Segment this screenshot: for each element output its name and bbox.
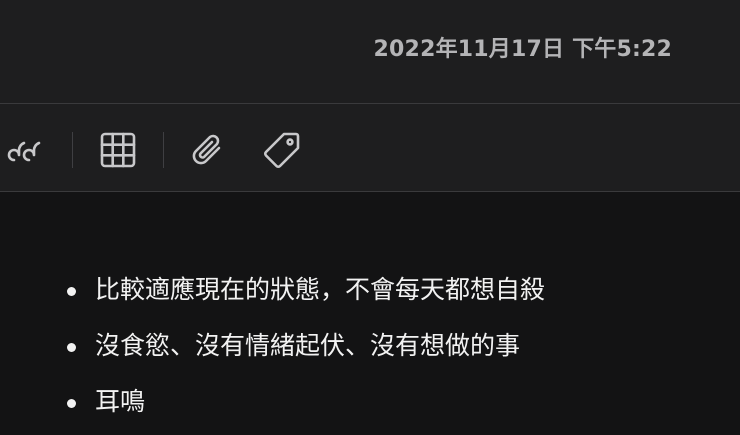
list-item-text: 沒食慾、沒有情緒起伏、沒有想做的事 [95,331,521,360]
note-body[interactable]: 比較適應現在的狀態，不會每天都想自殺 沒食慾、沒有情緒起伏、沒有想做的事 耳鳴 [0,192,740,435]
list-item[interactable]: 耳鳴 [64,388,545,435]
note-timestamp: 2022年11月17日 下午5:22 [373,37,672,62]
toolbar-divider [72,132,73,168]
attachment-button[interactable] [188,130,228,170]
quote-button[interactable] [6,130,46,170]
tag-icon [262,130,302,170]
bullet-list: 比較適應現在的狀態，不會每天都想自殺 沒食慾、沒有情緒起伏、沒有想做的事 耳鳴 [64,276,545,435]
table-button[interactable] [98,130,138,170]
tag-button[interactable] [262,130,302,170]
list-item[interactable]: 比較適應現在的狀態，不會每天都想自殺 [64,276,545,332]
formatting-toolbar [0,104,740,192]
bullet-icon [67,287,76,296]
paperclip-icon [188,130,228,170]
quote-icon [6,130,46,170]
list-item-text: 比較適應現在的狀態，不會每天都想自殺 [95,275,546,304]
note-editor: 2022年11月17日 下午5:22 比較適應現在的狀態，不會每天都想自殺 沒食… [0,0,740,435]
toolbar-divider [163,132,164,168]
bullet-icon [67,343,76,352]
note-header: 2022年11月17日 下午5:22 [0,0,740,104]
table-icon [98,130,138,170]
bullet-icon [67,399,76,408]
list-item[interactable]: 沒食慾、沒有情緒起伏、沒有想做的事 [64,332,545,388]
list-item-text: 耳鳴 [95,387,146,416]
